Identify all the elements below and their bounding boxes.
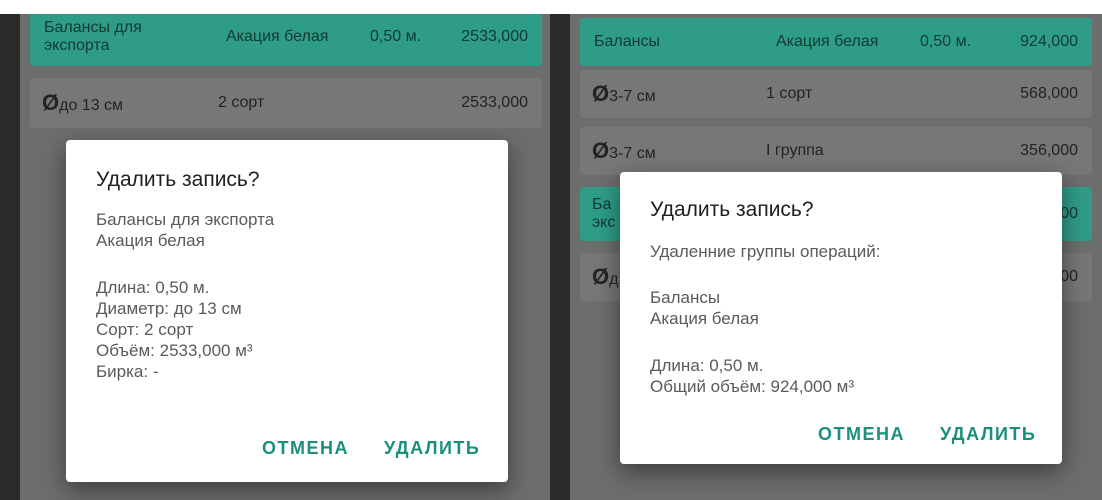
- right-header-species: Акация белая: [776, 33, 879, 50]
- left-item-diameter: Øдо 13 см: [42, 90, 124, 115]
- right-partial-item-diameter: Øд: [592, 264, 619, 289]
- dialog-line-grade: Сорт: 2 сорт: [96, 320, 194, 339]
- diameter-icon: Ø: [592, 264, 610, 289]
- right-item-row-2[interactable]: Ø3-7 см I группа 356,000: [580, 127, 1092, 175]
- right-header-name: Балансы: [594, 33, 660, 50]
- left-item-volume: 2533,000: [461, 94, 528, 111]
- dialog-title: Удалить запись?: [650, 198, 814, 221]
- left-header-volume: 2533,000: [461, 28, 528, 45]
- delete-button[interactable]: УДАЛИТЬ: [384, 438, 480, 459]
- dialog-title: Удалить запись?: [96, 168, 260, 191]
- right-header-volume: 924,000: [1020, 33, 1078, 50]
- diameter-icon: Ø: [592, 138, 610, 163]
- dialog-line-volume: Объём: 2533,000 м³: [96, 341, 253, 360]
- right-item-row-1[interactable]: Ø3-7 см 1 сорт 568,000: [580, 70, 1092, 118]
- delete-button[interactable]: УДАЛИТЬ: [940, 424, 1036, 445]
- left-delete-dialog: Удалить запись? Балансы для экспорта Ака…: [66, 140, 508, 482]
- dialog-line-product: Балансы для экспорта: [96, 210, 275, 229]
- right-partial-item-volume: 00: [1060, 268, 1078, 285]
- right-screen: Балансы Акация белая 0,50 м. 924,000 Ø3-…: [570, 0, 1102, 500]
- left-item-row[interactable]: Øдо 13 см 2 сорт 2533,000: [30, 78, 542, 128]
- right-item-2-grade: I группа: [766, 142, 824, 159]
- right-delete-dialog: Удалить запись? Удаленние группы операци…: [620, 172, 1062, 464]
- dialog-line-total-volume: Общий объём: 924,000 м³: [650, 377, 855, 396]
- right-header-length: 0,50 м.: [920, 33, 972, 50]
- diameter-icon: Ø: [42, 90, 60, 115]
- document-text-strip: [0, 0, 1102, 14]
- dialog-line-product: Балансы: [650, 288, 721, 307]
- right-item-1-volume: 568,000: [1020, 85, 1078, 102]
- dialog-line-length: Длина: 0,50 м.: [650, 356, 764, 375]
- dialog-line-species: Акация белая: [96, 231, 205, 250]
- right-header-row[interactable]: Балансы Акация белая 0,50 м. 924,000: [580, 18, 1092, 66]
- left-screen: Балансы для экспорта Акация белая 0,50 м…: [20, 0, 550, 500]
- left-header-length: 0,50 м.: [370, 28, 422, 45]
- left-header-row[interactable]: Балансы для экспорта Акация белая 0,50 м…: [30, 8, 542, 66]
- dialog-line-species: Акация белая: [650, 309, 759, 328]
- left-header-name: Балансы для экспорта: [44, 19, 142, 54]
- right-item-1-diameter: Ø3-7 см: [592, 81, 656, 106]
- right-item-2-volume: 356,000: [1020, 142, 1078, 159]
- dialog-line-diameter: Диаметр: до 13 см: [96, 299, 242, 318]
- screen-divider-left: [0, 0, 20, 500]
- right-item-2-diameter: Ø3-7 см: [592, 138, 656, 163]
- screen-divider-middle: [550, 0, 570, 500]
- dialog-line-tag: Бирка: -: [96, 362, 159, 381]
- diameter-icon: Ø: [592, 81, 610, 106]
- left-header-species: Акация белая: [226, 28, 329, 45]
- cancel-button[interactable]: ОТМЕНА: [818, 424, 905, 445]
- cancel-button[interactable]: ОТМЕНА: [262, 438, 349, 459]
- dialog-line-operation-group: Удаленние группы операций:: [650, 242, 881, 261]
- right-partial-header-volume: 00: [1060, 205, 1078, 222]
- dialog-line-length: Длина: 0,50 м.: [96, 278, 210, 297]
- right-item-1-grade: 1 сорт: [766, 85, 813, 102]
- right-partial-header-name: Ба экс: [592, 196, 616, 231]
- left-item-grade: 2 сорт: [218, 94, 265, 111]
